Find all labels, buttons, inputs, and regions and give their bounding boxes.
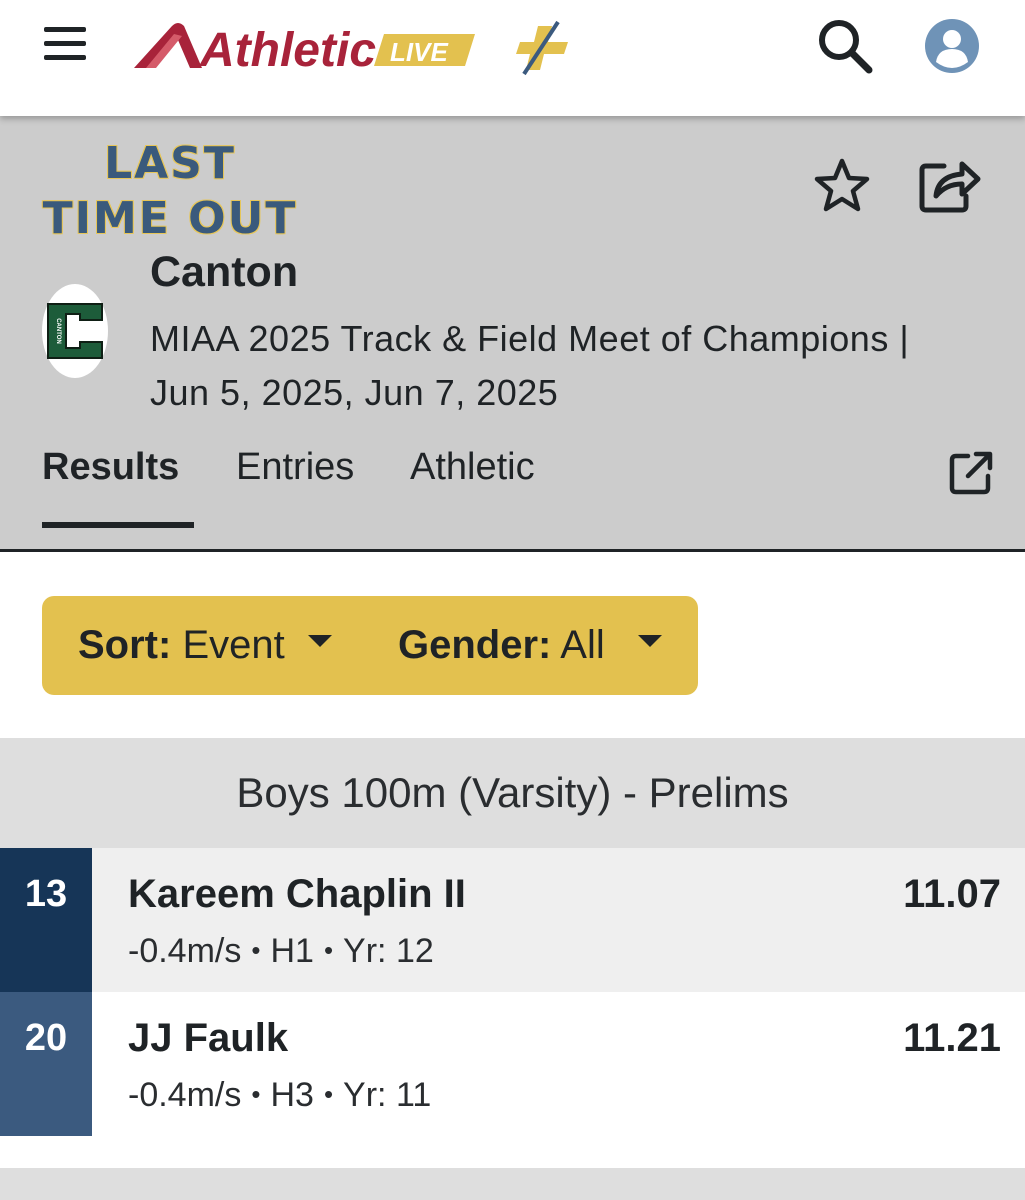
tab-results[interactable]: Results — [42, 446, 179, 489]
chevron-down-icon — [307, 635, 332, 648]
star-icon[interactable] — [812, 156, 872, 216]
place-badge: 20 — [0, 992, 92, 1136]
result-mark: 11.21 — [903, 1016, 1001, 1060]
result-row[interactable]: 13 Kareem Chaplin II -0.4m/s • H1 • Yr: 12 1… — [0, 848, 1025, 992]
filter-bar: Sort: Event Gender: All — [42, 596, 698, 695]
meet-title: MIAA 2025 Track & Field Meet of Champion… — [150, 318, 910, 359]
chevron-down-icon — [637, 635, 662, 648]
year: Yr: 11 — [343, 1076, 432, 1114]
gender-dropdown[interactable]: Gender: All — [398, 596, 662, 695]
team-logo: CANTON — [42, 284, 108, 378]
logo-wordmark: Athletic — [199, 24, 376, 72]
athlete-name: JJ Faulk — [128, 1016, 289, 1060]
result-details: -0.4m/s • H3 • Yr: 11 — [128, 1076, 432, 1114]
top-navigation-bar: Athletic LIVE — [0, 0, 1025, 116]
user-icon[interactable] — [924, 18, 980, 74]
place-badge: 13 — [0, 848, 92, 992]
external-link-icon[interactable] — [948, 450, 994, 496]
active-tab-indicator — [42, 522, 194, 528]
meet-dates: Jun 5, 2025, Jun 7, 2025 — [150, 372, 559, 413]
result-details: -0.4m/s • H1 • Yr: 12 — [128, 932, 434, 970]
program-logo-text: LAST TIME OUT — [42, 138, 298, 244]
team-name: Canton — [150, 248, 299, 296]
search-icon[interactable] — [815, 16, 875, 76]
heat: H1 — [270, 932, 314, 970]
sort-dropdown[interactable]: Sort: Event — [78, 596, 332, 695]
menu-icon[interactable] — [44, 27, 86, 63]
event-header: Boys 100m (Varsity) - Prelims — [0, 738, 1025, 848]
wind-reading: -0.4m/s — [128, 932, 242, 970]
result-mark: 11.07 — [903, 872, 1001, 916]
plus-logo-icon[interactable] — [514, 20, 574, 76]
wind-reading: -0.4m/s — [128, 1076, 242, 1114]
share-icon[interactable] — [916, 154, 982, 216]
team-header: LAST TIME OUT CANTON Canton MIAA 2025 Tr… — [0, 116, 1025, 552]
logo-live-text: LIVE — [390, 37, 448, 67]
tab-entries[interactable]: Entries — [236, 446, 354, 489]
team-logo-text: CANTON — [55, 318, 61, 344]
result-row[interactable]: 20 JJ Faulk -0.4m/s • H3 • Yr: 11 11.21 — [0, 992, 1025, 1136]
athletic-live-logo[interactable]: Athletic LIVE — [132, 18, 477, 72]
next-section-divider — [0, 1168, 1025, 1200]
tab-athletic[interactable]: Athletic — [410, 446, 993, 495]
year: Yr: 12 — [343, 932, 434, 970]
athlete-name: Kareem Chaplin II — [128, 872, 466, 916]
heat: H3 — [270, 1076, 314, 1114]
meet-info: MIAA 2025 Track & Field Meet of Champion… — [150, 312, 990, 420]
